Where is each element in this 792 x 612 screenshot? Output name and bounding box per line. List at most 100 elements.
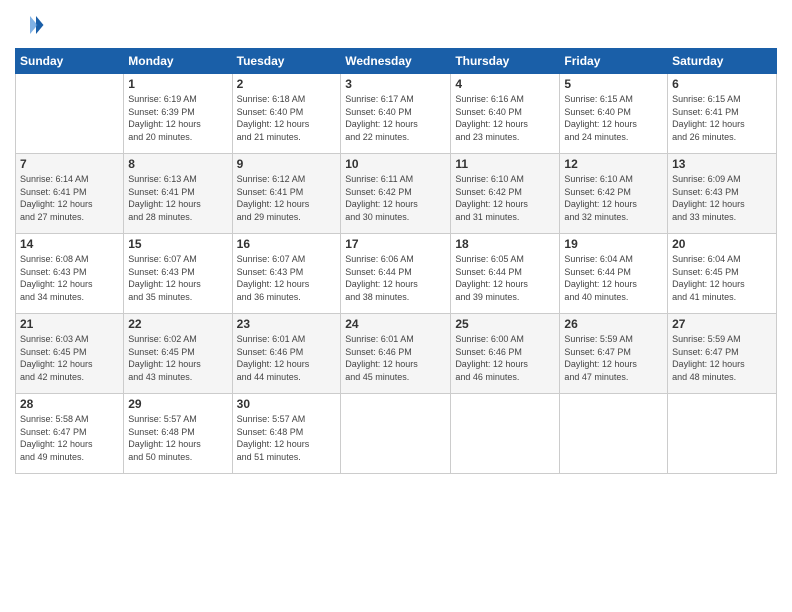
day-info: Sunrise: 6:16 AMSunset: 6:40 PMDaylight:… — [455, 93, 555, 143]
calendar-cell: 27 Sunrise: 5:59 AMSunset: 6:47 PMDayligh… — [668, 314, 777, 394]
page-header — [15, 10, 777, 40]
calendar-cell: 10 Sunrise: 6:11 AMSunset: 6:42 PMDayligh… — [341, 154, 451, 234]
day-info: Sunrise: 6:04 AMSunset: 6:45 PMDaylight:… — [672, 253, 772, 303]
day-number: 30 — [237, 397, 337, 411]
calendar-cell: 2 Sunrise: 6:18 AMSunset: 6:40 PMDaylight… — [232, 74, 341, 154]
calendar-cell — [451, 394, 560, 474]
calendar-cell: 28 Sunrise: 5:58 AMSunset: 6:47 PMDayligh… — [16, 394, 124, 474]
day-info: Sunrise: 6:07 AMSunset: 6:43 PMDaylight:… — [128, 253, 227, 303]
day-number: 17 — [345, 237, 446, 251]
calendar-cell: 14 Sunrise: 6:08 AMSunset: 6:43 PMDayligh… — [16, 234, 124, 314]
day-info: Sunrise: 5:57 AMSunset: 6:48 PMDaylight:… — [237, 413, 337, 463]
day-info: Sunrise: 6:05 AMSunset: 6:44 PMDaylight:… — [455, 253, 555, 303]
calendar-cell: 7 Sunrise: 6:14 AMSunset: 6:41 PMDaylight… — [16, 154, 124, 234]
day-info: Sunrise: 6:11 AMSunset: 6:42 PMDaylight:… — [345, 173, 446, 223]
day-info: Sunrise: 5:59 AMSunset: 6:47 PMDaylight:… — [672, 333, 772, 383]
calendar-cell: 30 Sunrise: 5:57 AMSunset: 6:48 PMDayligh… — [232, 394, 341, 474]
day-number: 3 — [345, 77, 446, 91]
day-info: Sunrise: 6:18 AMSunset: 6:40 PMDaylight:… — [237, 93, 337, 143]
calendar-cell: 23 Sunrise: 6:01 AMSunset: 6:46 PMDayligh… — [232, 314, 341, 394]
logo-icon — [15, 10, 45, 40]
week-row-2: 14 Sunrise: 6:08 AMSunset: 6:43 PMDayligh… — [16, 234, 777, 314]
day-number: 23 — [237, 317, 337, 331]
day-number: 1 — [128, 77, 227, 91]
day-number: 16 — [237, 237, 337, 251]
day-number: 2 — [237, 77, 337, 91]
day-number: 21 — [20, 317, 119, 331]
day-number: 12 — [564, 157, 663, 171]
calendar-cell: 21 Sunrise: 6:03 AMSunset: 6:45 PMDayligh… — [16, 314, 124, 394]
days-header-row: SundayMondayTuesdayWednesdayThursdayFrid… — [16, 49, 777, 74]
calendar-cell: 25 Sunrise: 6:00 AMSunset: 6:46 PMDayligh… — [451, 314, 560, 394]
day-info: Sunrise: 6:09 AMSunset: 6:43 PMDaylight:… — [672, 173, 772, 223]
day-number: 24 — [345, 317, 446, 331]
calendar-cell: 22Sunrise: 6:02 AMSunset: 6:45 PMDayligh… — [124, 314, 232, 394]
day-number: 15 — [128, 237, 227, 251]
calendar-cell: 29 Sunrise: 5:57 AMSunset: 6:48 PMDayligh… — [124, 394, 232, 474]
day-number: 19 — [564, 237, 663, 251]
day-number: 4 — [455, 77, 555, 91]
day-number: 8 — [128, 157, 227, 171]
day-info: Sunrise: 6:01 AMSunset: 6:46 PMDaylight:… — [345, 333, 446, 383]
week-row-4: 28 Sunrise: 5:58 AMSunset: 6:47 PMDayligh… — [16, 394, 777, 474]
calendar-cell: 12Sunrise: 6:10 AMSunset: 6:42 PMDayligh… — [560, 154, 668, 234]
calendar-cell — [341, 394, 451, 474]
calendar-cell: 15 Sunrise: 6:07 AMSunset: 6:43 PMDayligh… — [124, 234, 232, 314]
calendar-cell: 4 Sunrise: 6:16 AMSunset: 6:40 PMDaylight… — [451, 74, 560, 154]
day-number: 10 — [345, 157, 446, 171]
day-info: Sunrise: 6:19 AMSunset: 6:39 PMDaylight:… — [128, 93, 227, 143]
day-info: Sunrise: 6:02 AMSunset: 6:45 PMDaylight:… — [128, 333, 227, 383]
calendar-cell: 16 Sunrise: 6:07 AMSunset: 6:43 PMDayligh… — [232, 234, 341, 314]
day-info: Sunrise: 6:01 AMSunset: 6:46 PMDaylight:… — [237, 333, 337, 383]
calendar-cell: 5 Sunrise: 6:15 AMSunset: 6:40 PMDaylight… — [560, 74, 668, 154]
day-info: Sunrise: 6:00 AMSunset: 6:46 PMDaylight:… — [455, 333, 555, 383]
week-row-1: 7 Sunrise: 6:14 AMSunset: 6:41 PMDaylight… — [16, 154, 777, 234]
day-number: 28 — [20, 397, 119, 411]
day-header-tuesday: Tuesday — [232, 49, 341, 74]
day-info: Sunrise: 6:10 AMSunset: 6:42 PMDaylight:… — [455, 173, 555, 223]
calendar-cell: 6Sunrise: 6:15 AMSunset: 6:41 PMDaylight… — [668, 74, 777, 154]
page-container: SundayMondayTuesdayWednesdayThursdayFrid… — [0, 0, 792, 612]
day-header-monday: Monday — [124, 49, 232, 74]
day-number: 29 — [128, 397, 227, 411]
day-info: Sunrise: 5:57 AMSunset: 6:48 PMDaylight:… — [128, 413, 227, 463]
day-info: Sunrise: 6:17 AMSunset: 6:40 PMDaylight:… — [345, 93, 446, 143]
day-info: Sunrise: 6:14 AMSunset: 6:41 PMDaylight:… — [20, 173, 119, 223]
day-number: 25 — [455, 317, 555, 331]
day-info: Sunrise: 6:15 AMSunset: 6:40 PMDaylight:… — [564, 93, 663, 143]
calendar-cell — [16, 74, 124, 154]
day-info: Sunrise: 6:12 AMSunset: 6:41 PMDaylight:… — [237, 173, 337, 223]
calendar-cell: 20Sunrise: 6:04 AMSunset: 6:45 PMDayligh… — [668, 234, 777, 314]
day-number: 5 — [564, 77, 663, 91]
calendar-cell: 19Sunrise: 6:04 AMSunset: 6:44 PMDayligh… — [560, 234, 668, 314]
calendar-cell: 8Sunrise: 6:13 AMSunset: 6:41 PMDaylight… — [124, 154, 232, 234]
day-number: 7 — [20, 157, 119, 171]
calendar-cell: 26Sunrise: 5:59 AMSunset: 6:47 PMDayligh… — [560, 314, 668, 394]
day-number: 18 — [455, 237, 555, 251]
day-number: 26 — [564, 317, 663, 331]
day-header-thursday: Thursday — [451, 49, 560, 74]
day-info: Sunrise: 6:08 AMSunset: 6:43 PMDaylight:… — [20, 253, 119, 303]
calendar-cell — [668, 394, 777, 474]
day-info: Sunrise: 6:03 AMSunset: 6:45 PMDaylight:… — [20, 333, 119, 383]
day-header-saturday: Saturday — [668, 49, 777, 74]
calendar-cell — [560, 394, 668, 474]
week-row-0: 1 Sunrise: 6:19 AMSunset: 6:39 PMDaylight… — [16, 74, 777, 154]
day-header-wednesday: Wednesday — [341, 49, 451, 74]
calendar-cell: 9 Sunrise: 6:12 AMSunset: 6:41 PMDaylight… — [232, 154, 341, 234]
day-info: Sunrise: 6:06 AMSunset: 6:44 PMDaylight:… — [345, 253, 446, 303]
day-number: 14 — [20, 237, 119, 251]
day-info: Sunrise: 5:58 AMSunset: 6:47 PMDaylight:… — [20, 413, 119, 463]
day-info: Sunrise: 6:07 AMSunset: 6:43 PMDaylight:… — [237, 253, 337, 303]
day-number: 6 — [672, 77, 772, 91]
day-header-sunday: Sunday — [16, 49, 124, 74]
day-number: 11 — [455, 157, 555, 171]
calendar-cell: 1 Sunrise: 6:19 AMSunset: 6:39 PMDaylight… — [124, 74, 232, 154]
day-number: 13 — [672, 157, 772, 171]
week-row-3: 21 Sunrise: 6:03 AMSunset: 6:45 PMDayligh… — [16, 314, 777, 394]
day-number: 9 — [237, 157, 337, 171]
calendar-cell: 17 Sunrise: 6:06 AMSunset: 6:44 PMDayligh… — [341, 234, 451, 314]
day-number: 27 — [672, 317, 772, 331]
calendar-cell: 11 Sunrise: 6:10 AMSunset: 6:42 PMDayligh… — [451, 154, 560, 234]
calendar-cell: 3 Sunrise: 6:17 AMSunset: 6:40 PMDaylight… — [341, 74, 451, 154]
